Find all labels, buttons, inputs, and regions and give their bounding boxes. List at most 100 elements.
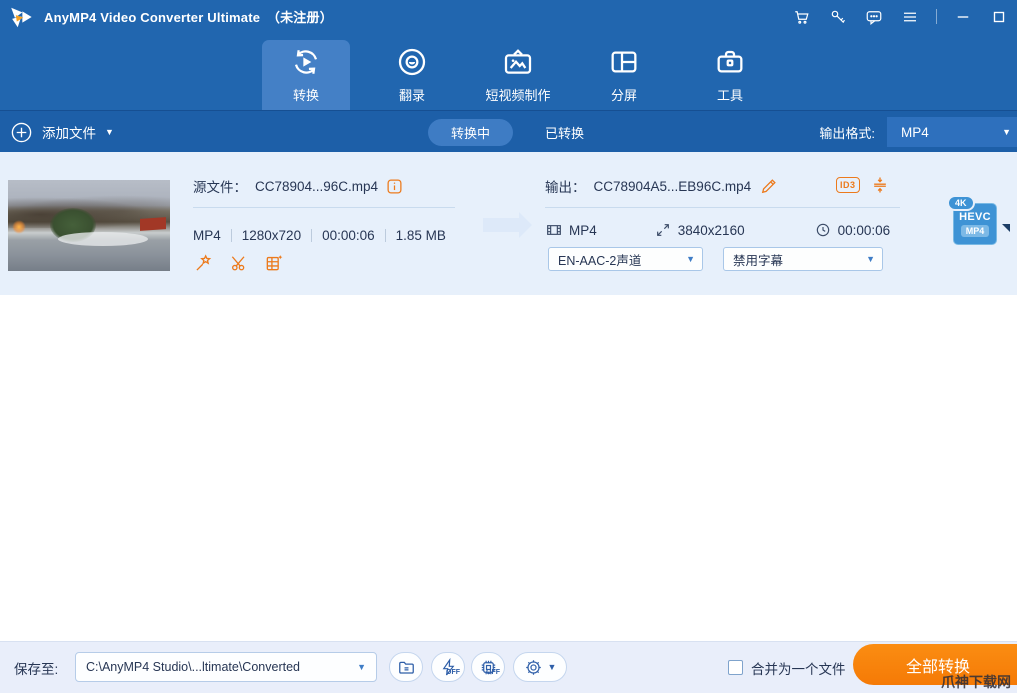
minimize-button[interactable] [953, 7, 973, 27]
split-screen-icon [608, 46, 640, 78]
audio-track-select[interactable]: EN-AAC-2声道 ▼ [548, 247, 703, 271]
tab-split-screen-label: 分屏 [611, 85, 637, 104]
output-format-value: MP4 [901, 125, 929, 140]
title-bar: AnyMP4 Video Converter Ultimate （未注册） [0, 0, 1017, 33]
open-folder-button[interactable] [389, 652, 423, 682]
audio-track-value: EN-AAC-2声道 [558, 250, 641, 269]
save-to-label: 保存至: [14, 642, 58, 693]
source-format: MP4 [193, 228, 221, 243]
gpu-acceleration-button[interactable]: OFF [431, 652, 465, 682]
profile-format-label: MP4 [961, 225, 990, 237]
profile-caret-icon[interactable] [1002, 224, 1010, 232]
save-path-value: C:\AnyMP4 Studio\...ltimate\Converted [86, 660, 300, 674]
enhance-icon[interactable] [264, 253, 284, 273]
thumbnail-banner [140, 217, 166, 231]
dvd-disc-icon [396, 46, 428, 78]
main-nav: 转换 翻录 短视频制作 分屏 工具 [0, 33, 1017, 110]
output-format-select[interactable]: MP4 ▼ [887, 117, 1017, 147]
tab-mv-maker[interactable]: 短视频制作 [474, 40, 562, 110]
output-format-label: 输出格式: [819, 111, 875, 153]
source-size: 1.85 MB [396, 228, 446, 243]
tab-mv-maker-label: 短视频制作 [485, 85, 550, 104]
merge-label: 合并为一个文件 [751, 642, 846, 693]
gpu-off-label: OFF [446, 669, 460, 676]
cut-scissors-icon[interactable] [229, 253, 249, 273]
edit-wand-icon[interactable] [194, 253, 214, 273]
file-toolbar: 添加文件 ▼ 转换中 已转换 输出格式: MP4 ▼ [0, 110, 1017, 152]
titlebar-divider [936, 9, 937, 24]
merge-checkbox[interactable] [728, 660, 743, 675]
subtitle-caret-icon: ▼ [866, 255, 875, 264]
tab-converting[interactable]: 转换中 [428, 119, 513, 146]
tab-converted[interactable]: 已转换 [545, 119, 584, 146]
cpu-off-label: OFF [486, 669, 500, 676]
rename-pencil-icon[interactable] [759, 176, 779, 196]
settings-caret-icon: ▼ [548, 663, 557, 672]
maximize-button[interactable] [989, 7, 1009, 27]
profile-codec-label: HEVC [959, 211, 991, 223]
settings-button[interactable]: ▼ [513, 652, 567, 682]
gear-icon [524, 658, 543, 677]
add-files-label: 添加文件 [42, 122, 96, 142]
toolbox-icon [714, 46, 746, 78]
convert-icon [290, 46, 322, 78]
mv-tv-icon [502, 46, 534, 78]
save-path-select[interactable]: C:\AnyMP4 Studio\...ltimate\Converted ▼ [75, 652, 377, 682]
tab-convert[interactable]: 转换 [262, 40, 350, 110]
tab-convert-label: 转换 [293, 85, 319, 104]
cpu-acceleration-button[interactable]: OFF [471, 652, 505, 682]
file-row[interactable]: 源文件： CC78904...96C.mp4 MP4 1280x720 00:0… [0, 152, 1017, 295]
thumbnail-light [12, 220, 26, 234]
compress-icon[interactable] [870, 175, 890, 195]
tab-toolbox[interactable]: 工具 [686, 40, 774, 110]
output-title-row: 输出： CC78904A5...EB96C.mp4 [545, 177, 779, 195]
feedback-icon[interactable] [864, 7, 884, 27]
output-format-text: MP4 [569, 223, 597, 238]
titlebar-actions [792, 0, 1009, 33]
film-icon [546, 222, 562, 238]
tab-rip[interactable]: 翻录 [368, 40, 456, 110]
video-thumbnail[interactable] [8, 180, 170, 271]
add-files-caret-icon[interactable]: ▼ [105, 128, 114, 137]
output-filename: CC78904A5...EB96C.mp4 [594, 179, 752, 194]
save-path-caret-icon: ▼ [357, 663, 366, 672]
nav-tabs: 转换 翻录 短视频制作 分屏 工具 [262, 40, 774, 110]
add-files-button[interactable]: 添加文件 ▼ [10, 111, 114, 153]
output-info-row: MP4 3840x2160 00:00:06 [546, 222, 890, 238]
source-divider [193, 207, 455, 208]
id3-tag-icon[interactable]: ID3 [836, 177, 860, 193]
folder-icon [397, 658, 416, 677]
convert-direction-arrow [483, 218, 519, 232]
source-info-row: MP4 1280x720 00:00:06 1.85 MB [193, 228, 446, 243]
cart-icon[interactable] [792, 7, 812, 27]
file-list-empty-area [0, 295, 1017, 641]
tab-converting-label: 转换中 [451, 123, 490, 142]
subtitle-select[interactable]: 禁用字幕 ▼ [723, 247, 883, 271]
source-title-row: 源文件： CC78904...96C.mp4 [193, 177, 403, 195]
output-label: 输出： [545, 176, 586, 196]
output-resolution: 3840x2160 [678, 223, 745, 238]
output-extra-tools: ID3 [836, 175, 890, 195]
resolution-icon [655, 222, 671, 238]
register-key-icon[interactable] [828, 7, 848, 27]
menu-icon[interactable] [900, 7, 920, 27]
clock-icon [815, 222, 831, 238]
source-duration: 00:00:06 [322, 228, 375, 243]
source-resolution: 1280x720 [242, 228, 301, 243]
audio-track-caret-icon: ▼ [686, 255, 695, 264]
tab-converted-label: 已转换 [545, 123, 584, 142]
output-format-caret-icon: ▼ [1002, 128, 1011, 137]
output-divider [545, 207, 900, 208]
site-watermark: 爪神下载网 [941, 672, 1011, 692]
thumbnail-snow [58, 232, 148, 246]
info-icon[interactable] [386, 178, 403, 195]
app-title: AnyMP4 Video Converter Ultimate （未注册） [44, 7, 333, 26]
app-logo-icon [7, 4, 34, 30]
source-label: 源文件： [193, 176, 247, 196]
source-tools [194, 253, 284, 273]
profile-4k-badge: 4K [947, 195, 975, 211]
tab-split-screen[interactable]: 分屏 [580, 40, 668, 110]
app-window: AnyMP4 Video Converter Ultimate （未注册） 转换… [0, 0, 1017, 693]
tab-rip-label: 翻录 [399, 85, 425, 104]
subtitle-value: 禁用字幕 [733, 250, 783, 269]
